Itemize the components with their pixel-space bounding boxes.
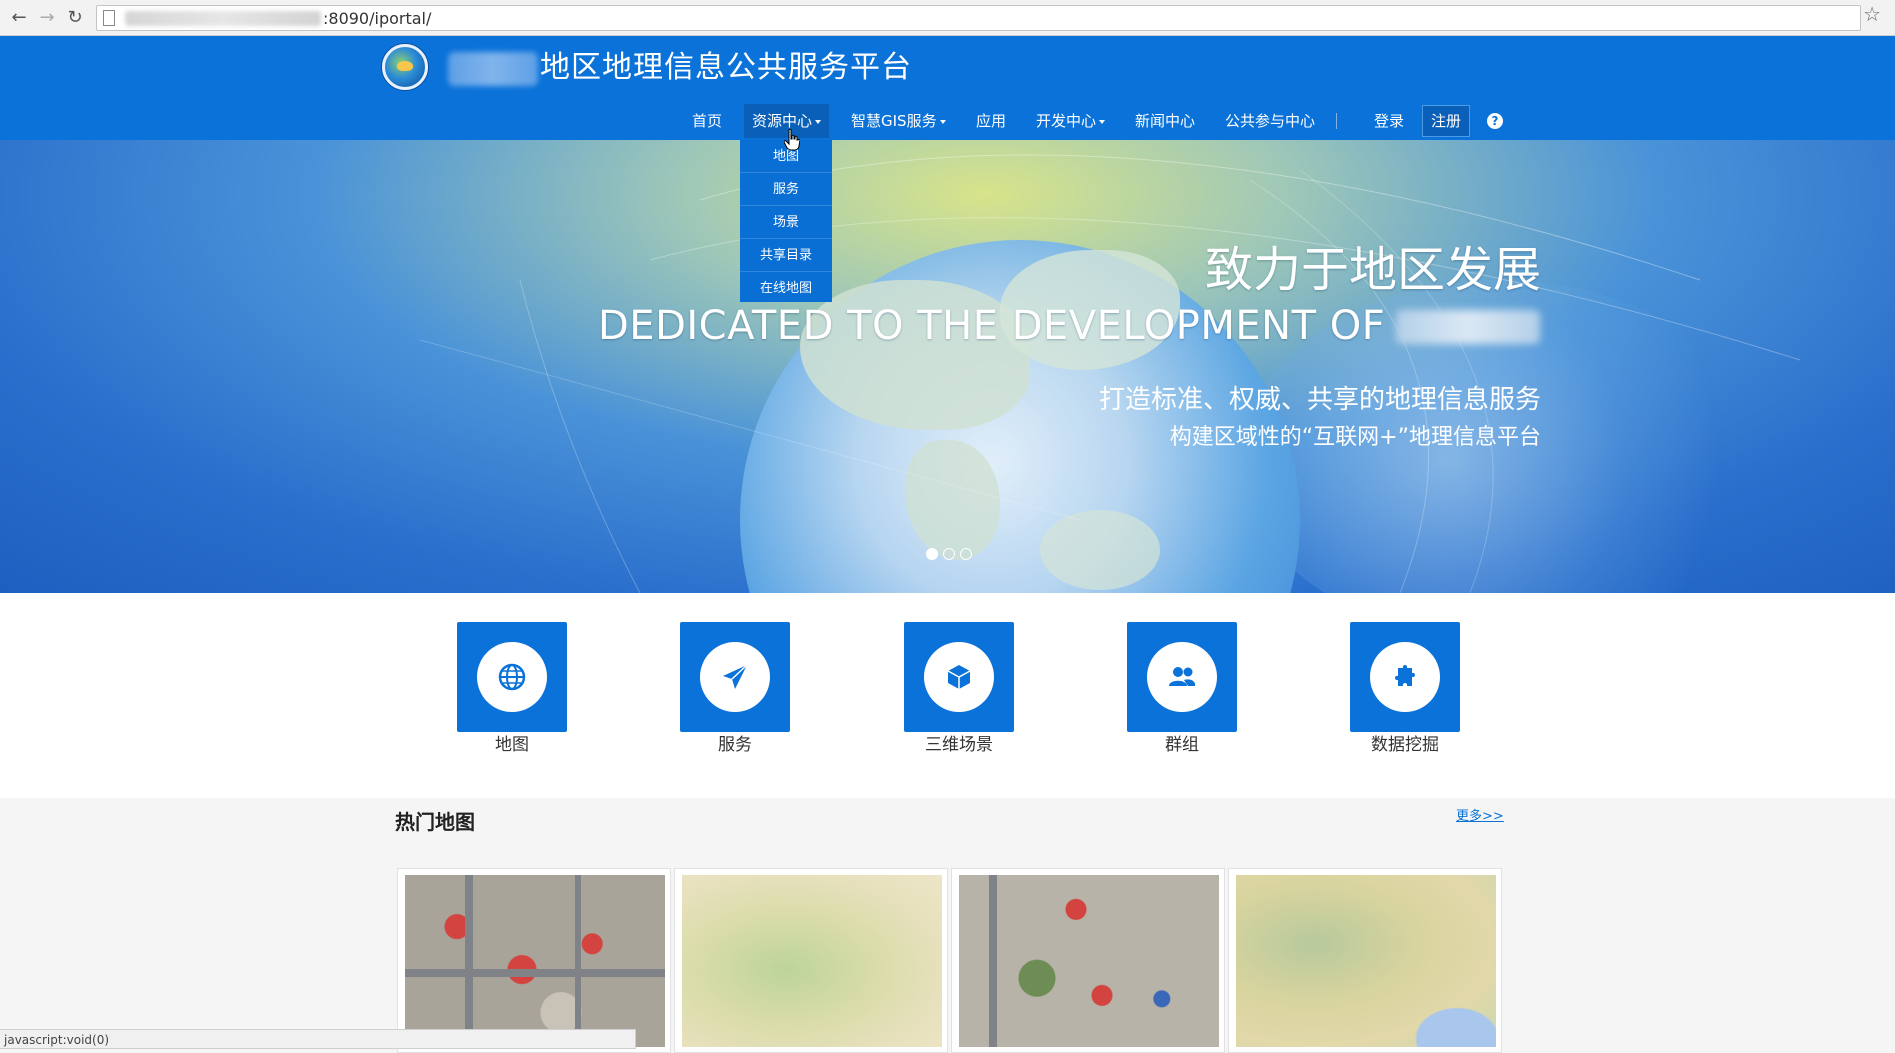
tile-label-3d-scene[interactable]: 三维场景 <box>879 734 1039 756</box>
status-text: javascript:void(0) <box>4 1033 110 1047</box>
login-link[interactable]: 登录 <box>1374 104 1404 138</box>
map-thumbnail[interactable] <box>959 875 1219 1047</box>
chevron-down-icon <box>815 119 822 124</box>
section-title: 热门地图 <box>395 810 475 834</box>
hand-cursor-icon <box>784 129 800 151</box>
nav-dev-center[interactable]: 开发中心 <box>1036 104 1106 138</box>
globe-icon <box>498 663 526 691</box>
banner-subtitle: DEDICATED TO THE DEVELOPMENT OF <box>598 303 1386 349</box>
url-host-redacted <box>125 11 321 26</box>
carousel-dot-3[interactable] <box>960 548 972 560</box>
carousel-dot-1[interactable] <box>926 548 938 560</box>
cube-icon <box>947 665 971 689</box>
nav-home[interactable]: 首页 <box>692 104 722 138</box>
tile-3d-scene[interactable] <box>904 622 1014 732</box>
main-nav: 首页 资源中心 智慧GIS服务 应用 开发中心 新闻中心 公共参与中心 登录 注… <box>0 104 1895 138</box>
map-thumbnail[interactable] <box>682 875 942 1047</box>
paper-plane-icon <box>723 664 748 689</box>
more-link[interactable]: 更多>> <box>1456 808 1504 826</box>
carousel-dots <box>926 548 972 560</box>
nav-news[interactable]: 新闻中心 <box>1135 104 1195 138</box>
forward-icon[interactable]: → <box>36 7 58 29</box>
tile-data-mining[interactable] <box>1350 622 1460 732</box>
banner-tagline-1: 打造标准、权威、共享的地理信息服务 <box>1098 385 1541 415</box>
resources-dropdown: 地图 服务 场景 共享目录 在线地图 <box>740 140 832 302</box>
site-header: 地区地理信息公共服务平台 首页 资源中心 智慧GIS服务 应用 开发中心 新闻中… <box>0 36 1895 140</box>
page-icon <box>103 10 115 26</box>
dropdown-item-service[interactable]: 服务 <box>740 173 832 206</box>
nav-apps[interactable]: 应用 <box>976 104 1006 138</box>
puzzle-icon <box>1395 665 1415 686</box>
map-card[interactable] <box>951 868 1225 1053</box>
help-icon[interactable]: ? <box>1487 113 1503 129</box>
banner-title: 致力于地区发展 <box>1204 242 1541 298</box>
nav-divider <box>1336 113 1337 129</box>
map-card[interactable] <box>397 868 671 1053</box>
map-thumbnail[interactable] <box>405 875 665 1047</box>
hero-banner: 致力于地区发展 DEDICATED TO THE DEVELOPMENT OF … <box>0 140 1895 593</box>
address-bar[interactable]: :8090/iportal/ <box>96 5 1861 31</box>
chevron-down-icon <box>939 119 946 124</box>
map-card[interactable] <box>1228 868 1502 1053</box>
tile-label-data-mining[interactable]: 数据挖掘 <box>1325 734 1485 756</box>
tile-label-service[interactable]: 服务 <box>655 734 815 756</box>
browser-status-bar: javascript:void(0) <box>0 1029 636 1049</box>
dropdown-item-online-map[interactable]: 在线地图 <box>740 272 832 305</box>
region-name-redacted <box>448 52 538 86</box>
dropdown-item-scene[interactable]: 场景 <box>740 206 832 239</box>
region-name-redacted <box>1396 310 1540 344</box>
banner-tagline-2: 构建区域性的“互联网+”地理信息平台 <box>1169 425 1541 450</box>
users-icon <box>1169 667 1196 686</box>
chevron-down-icon <box>1099 119 1106 124</box>
nav-smart-gis[interactable]: 智慧GIS服务 <box>851 104 946 138</box>
map-card[interactable] <box>674 868 948 1053</box>
carousel-dot-2[interactable] <box>943 548 955 560</box>
nav-public[interactable]: 公共参与中心 <box>1225 104 1315 138</box>
banner-decoration <box>419 154 1801 593</box>
tile-groups[interactable] <box>1127 622 1237 732</box>
tile-map[interactable] <box>457 622 567 732</box>
map-thumbnail[interactable] <box>1236 875 1496 1047</box>
bookmark-star-icon[interactable]: ☆ <box>1863 4 1881 24</box>
reload-icon[interactable]: ↻ <box>64 7 86 29</box>
dropdown-item-catalog[interactable]: 共享目录 <box>740 239 832 272</box>
site-title: 地区地理信息公共服务平台 <box>540 50 912 85</box>
tile-label-groups[interactable]: 群组 <box>1102 734 1262 756</box>
tile-label-map[interactable]: 地图 <box>432 734 592 756</box>
tile-service[interactable] <box>680 622 790 732</box>
browser-toolbar: ← → ↻ :8090/iportal/ ☆ <box>0 0 1895 36</box>
url-text[interactable]: :8090/iportal/ <box>323 9 431 29</box>
site-logo[interactable] <box>382 44 428 90</box>
back-icon[interactable]: ← <box>8 7 30 29</box>
register-link[interactable]: 注册 <box>1422 105 1471 137</box>
